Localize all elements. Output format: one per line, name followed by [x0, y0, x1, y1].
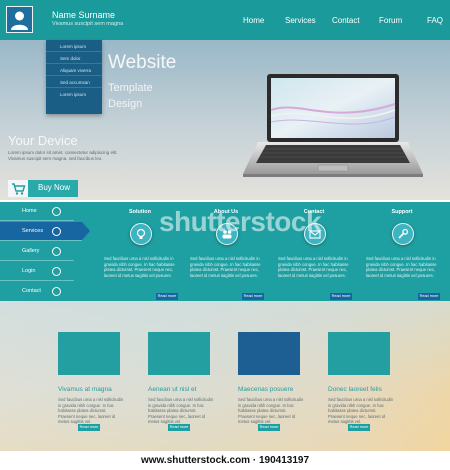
content-card: Maecenas posuere Sed faucibus urna a nis…	[238, 332, 304, 431]
side-navigation: Home Services Gallery Login Contact	[0, 202, 90, 301]
side-nav-label: Home	[22, 208, 37, 214]
read-more-button[interactable]: Read more	[348, 424, 370, 431]
card-text: Sed faucibus urna a nisl sollicitudin in…	[238, 397, 304, 424]
laptop-illustration	[240, 70, 425, 180]
side-nav-label: Contact	[22, 288, 41, 294]
nav-forum[interactable]: Forum	[379, 16, 402, 25]
user-subtitle: Vivamus suscipit sem magna	[52, 21, 124, 27]
gear-icon	[52, 227, 61, 236]
user-dropdown-menu: Lorem ipsum Sem dolor Aliquam viverra Se…	[46, 40, 102, 114]
image-icon	[52, 247, 61, 256]
read-more-button[interactable]: Read more	[418, 293, 440, 300]
nav-faq[interactable]: FAQ	[427, 16, 443, 25]
stock-footer: www.shutterstock.com · 190413197	[0, 451, 450, 470]
shopping-cart-icon	[8, 180, 28, 197]
side-nav-label: Gallery	[22, 248, 40, 254]
feature-text: Sed faucibus urna a nisl sollicitudin in…	[366, 256, 437, 278]
nav-contact[interactable]: Contact	[332, 16, 360, 25]
nav-home[interactable]: Home	[243, 16, 264, 25]
hero-subtitle-line-1: Template	[108, 82, 153, 94]
feature-title: Contact	[303, 209, 325, 215]
read-more-button[interactable]: Read more	[330, 293, 352, 300]
lightbulb-icon[interactable]	[130, 223, 152, 245]
side-nav-gallery[interactable]: Gallery	[0, 242, 74, 261]
read-more-button[interactable]: Read more	[242, 293, 264, 300]
card-image[interactable]	[238, 332, 300, 375]
phone-icon	[52, 287, 61, 296]
content-card: Donec laoreet felis Sed faucibus urna a …	[328, 332, 394, 431]
content-card: Aenean ut nisl et Sed faucibus urna a ni…	[148, 332, 214, 431]
envelope-icon[interactable]	[304, 223, 326, 245]
read-more-button[interactable]: Read more	[78, 424, 100, 431]
card-title: Vivamus at magna	[58, 386, 112, 393]
card-image[interactable]	[148, 332, 210, 375]
read-more-button[interactable]: Read more	[168, 424, 190, 431]
device-heading: Your Device	[8, 133, 78, 148]
top-navigation-bar: Name Surname Vivamus suscipit sem magna …	[0, 0, 450, 40]
side-nav-services[interactable]: Services	[0, 222, 90, 241]
dropdown-item[interactable]: Aliquam viverra	[46, 64, 102, 76]
card-title: Donec laoreet felis	[328, 386, 382, 393]
read-more-button[interactable]: Read more	[258, 424, 280, 431]
feature-text: Sed faucibus urna a nisl sollicitudin in…	[190, 256, 261, 278]
card-title: Aenean ut nisl et	[148, 386, 197, 393]
home-icon	[52, 207, 61, 216]
hero-title: Website	[108, 52, 177, 73]
lock-icon	[52, 267, 61, 276]
card-text: Sed faucibus urna a nisl sollicitudin in…	[148, 397, 214, 424]
feature-title: Support	[391, 209, 413, 215]
dropdown-item[interactable]: Sem dolor	[46, 52, 102, 64]
wrench-icon[interactable]	[392, 223, 414, 245]
feature-title: Solution	[129, 209, 151, 215]
blurred-background-section	[0, 301, 450, 451]
feature-title: About Us	[213, 209, 239, 215]
user-avatar-icon[interactable]	[6, 6, 33, 33]
footer-text: www.shutterstock.com · 190413197	[140, 455, 310, 466]
people-icon[interactable]	[216, 223, 238, 245]
feature-text: Sed faucibus urna a nisl sollicitudin in…	[104, 256, 175, 278]
side-nav-label: Services	[22, 228, 44, 234]
user-name: Name Surname	[52, 10, 116, 20]
buy-now-label: Buy Now	[38, 183, 71, 192]
read-more-button[interactable]: Read more	[156, 293, 178, 300]
device-description: Lorem ipsum dolor sit amet, consectetur …	[8, 150, 118, 161]
card-image[interactable]	[328, 332, 390, 375]
dropdown-item[interactable]: Lorem ipsum	[46, 40, 102, 52]
content-card: Vivamus at magna Sed faucibus urna a nis…	[58, 332, 124, 431]
feature-text: Sed faucibus urna a nisl sollicitudin in…	[278, 256, 349, 278]
side-nav-login[interactable]: Login	[0, 262, 74, 281]
side-nav-home[interactable]: Home	[0, 202, 74, 221]
card-text: Sed faucibus urna a nisl sollicitudin in…	[328, 397, 394, 424]
card-title: Maecenas posuere	[238, 386, 294, 393]
buy-now-button[interactable]: Buy Now	[8, 180, 78, 197]
side-nav-contact[interactable]: Contact	[0, 282, 74, 301]
nav-services[interactable]: Services	[285, 16, 316, 25]
card-text: Sed faucibus urna a nisl sollicitudin in…	[58, 397, 124, 424]
dropdown-item[interactable]: Sed accumsan	[46, 76, 102, 88]
hero-subtitle-line-2: Design	[108, 98, 143, 110]
dropdown-item[interactable]: Lorem ipsum	[46, 88, 102, 100]
card-image[interactable]	[58, 332, 120, 375]
side-nav-label: Login	[22, 268, 36, 274]
